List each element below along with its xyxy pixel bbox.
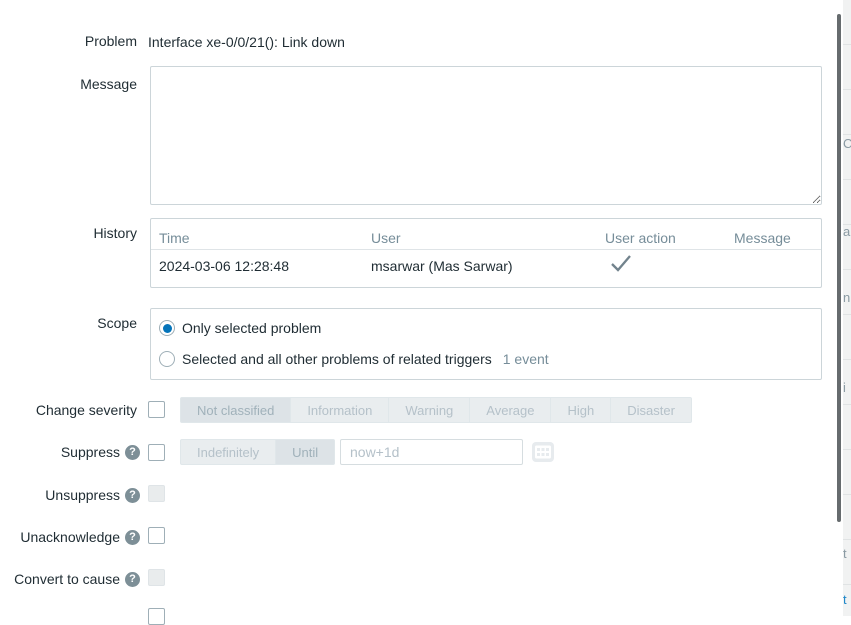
unacknowledge-checkbox[interactable] [148, 527, 165, 544]
history-cell-time: 2024-03-06 12:28:48 [159, 258, 289, 274]
unacknowledge-label: Unacknowledge [20, 529, 120, 545]
history-col-time: Time [159, 230, 190, 246]
scope-option-only-selected[interactable]: Only selected problem [159, 320, 321, 336]
background-page-strip: C a n i t t [843, 0, 851, 616]
help-icon[interactable]: ? [125, 488, 140, 503]
severity-average-button[interactable]: Average [470, 397, 551, 423]
history-header-divider [151, 249, 821, 250]
calendar-icon[interactable] [530, 441, 556, 465]
severity-high-button[interactable]: High [551, 397, 611, 423]
suppress-label-group: Suppress ? [61, 444, 140, 460]
radio-selected-icon[interactable] [159, 320, 175, 336]
history-col-user: User [371, 230, 401, 246]
suppress-until-input[interactable] [340, 439, 523, 465]
suppress-mode-segmented-control: Indefinitely Until [180, 439, 335, 465]
message-label: Message [80, 77, 137, 92]
suppress-until-button[interactable]: Until [276, 439, 335, 465]
help-icon[interactable]: ? [125, 530, 140, 545]
severity-information-button[interactable]: Information [291, 397, 389, 423]
suppress-indefinitely-button[interactable]: Indefinitely [180, 439, 276, 465]
suppress-checkbox[interactable] [148, 444, 165, 461]
severity-warning-button[interactable]: Warning [389, 397, 470, 423]
suppress-label: Suppress [61, 444, 120, 460]
severity-disaster-button[interactable]: Disaster [611, 397, 692, 423]
help-icon[interactable]: ? [125, 445, 140, 460]
problem-label: Problem [85, 34, 137, 49]
convert-to-cause-label-group: Convert to cause ? [14, 571, 140, 587]
history-label: History [93, 226, 137, 241]
unsuppress-checkbox [148, 485, 165, 502]
event-count-link[interactable]: 1 event [503, 351, 549, 367]
change-severity-checkbox[interactable] [148, 401, 165, 418]
severity-segmented-control: Not classified Information Warning Avera… [180, 397, 692, 423]
scope-box: Only selected problem Selected and all o… [150, 308, 822, 380]
convert-to-cause-label: Convert to cause [14, 571, 120, 587]
convert-to-cause-checkbox [148, 569, 165, 586]
background-page-fragment: t [843, 546, 847, 561]
history-cell-user: msarwar (Mas Sarwar) [371, 258, 513, 274]
scope-option-related-triggers[interactable]: Selected and all other problems of relat… [159, 351, 549, 367]
background-page-fragment: C [843, 136, 851, 151]
unacknowledge-label-group: Unacknowledge ? [20, 529, 140, 545]
message-textarea[interactable] [150, 66, 822, 205]
background-page-fragment: i [843, 380, 846, 395]
background-page-fragment: t [843, 592, 847, 607]
history-table: Time User User action Message 2024-03-06… [150, 218, 822, 288]
unsuppress-label: Unsuppress [45, 487, 120, 503]
background-page-fragment: n [843, 290, 850, 305]
help-icon[interactable]: ? [125, 572, 140, 587]
scope-label: Scope [97, 316, 137, 331]
user-action-checkmark-icon [609, 253, 633, 273]
severity-not-classified-button[interactable]: Not classified [180, 397, 291, 423]
partially-visible-checkbox[interactable] [148, 608, 165, 625]
scope-option-label: Selected and all other problems of relat… [182, 351, 492, 367]
unsuppress-label-group: Unsuppress ? [45, 487, 140, 503]
history-col-message: Message [734, 230, 791, 246]
problem-value: Interface xe-0/0/21(): Link down [148, 34, 345, 50]
change-severity-label: Change severity [36, 403, 137, 418]
radio-unselected-icon[interactable] [159, 351, 175, 367]
history-col-user-action: User action [605, 230, 676, 246]
dialog-scrollbar-thumb[interactable] [837, 14, 841, 522]
scope-option-label: Only selected problem [182, 320, 321, 336]
background-page-fragment: a [843, 224, 850, 239]
